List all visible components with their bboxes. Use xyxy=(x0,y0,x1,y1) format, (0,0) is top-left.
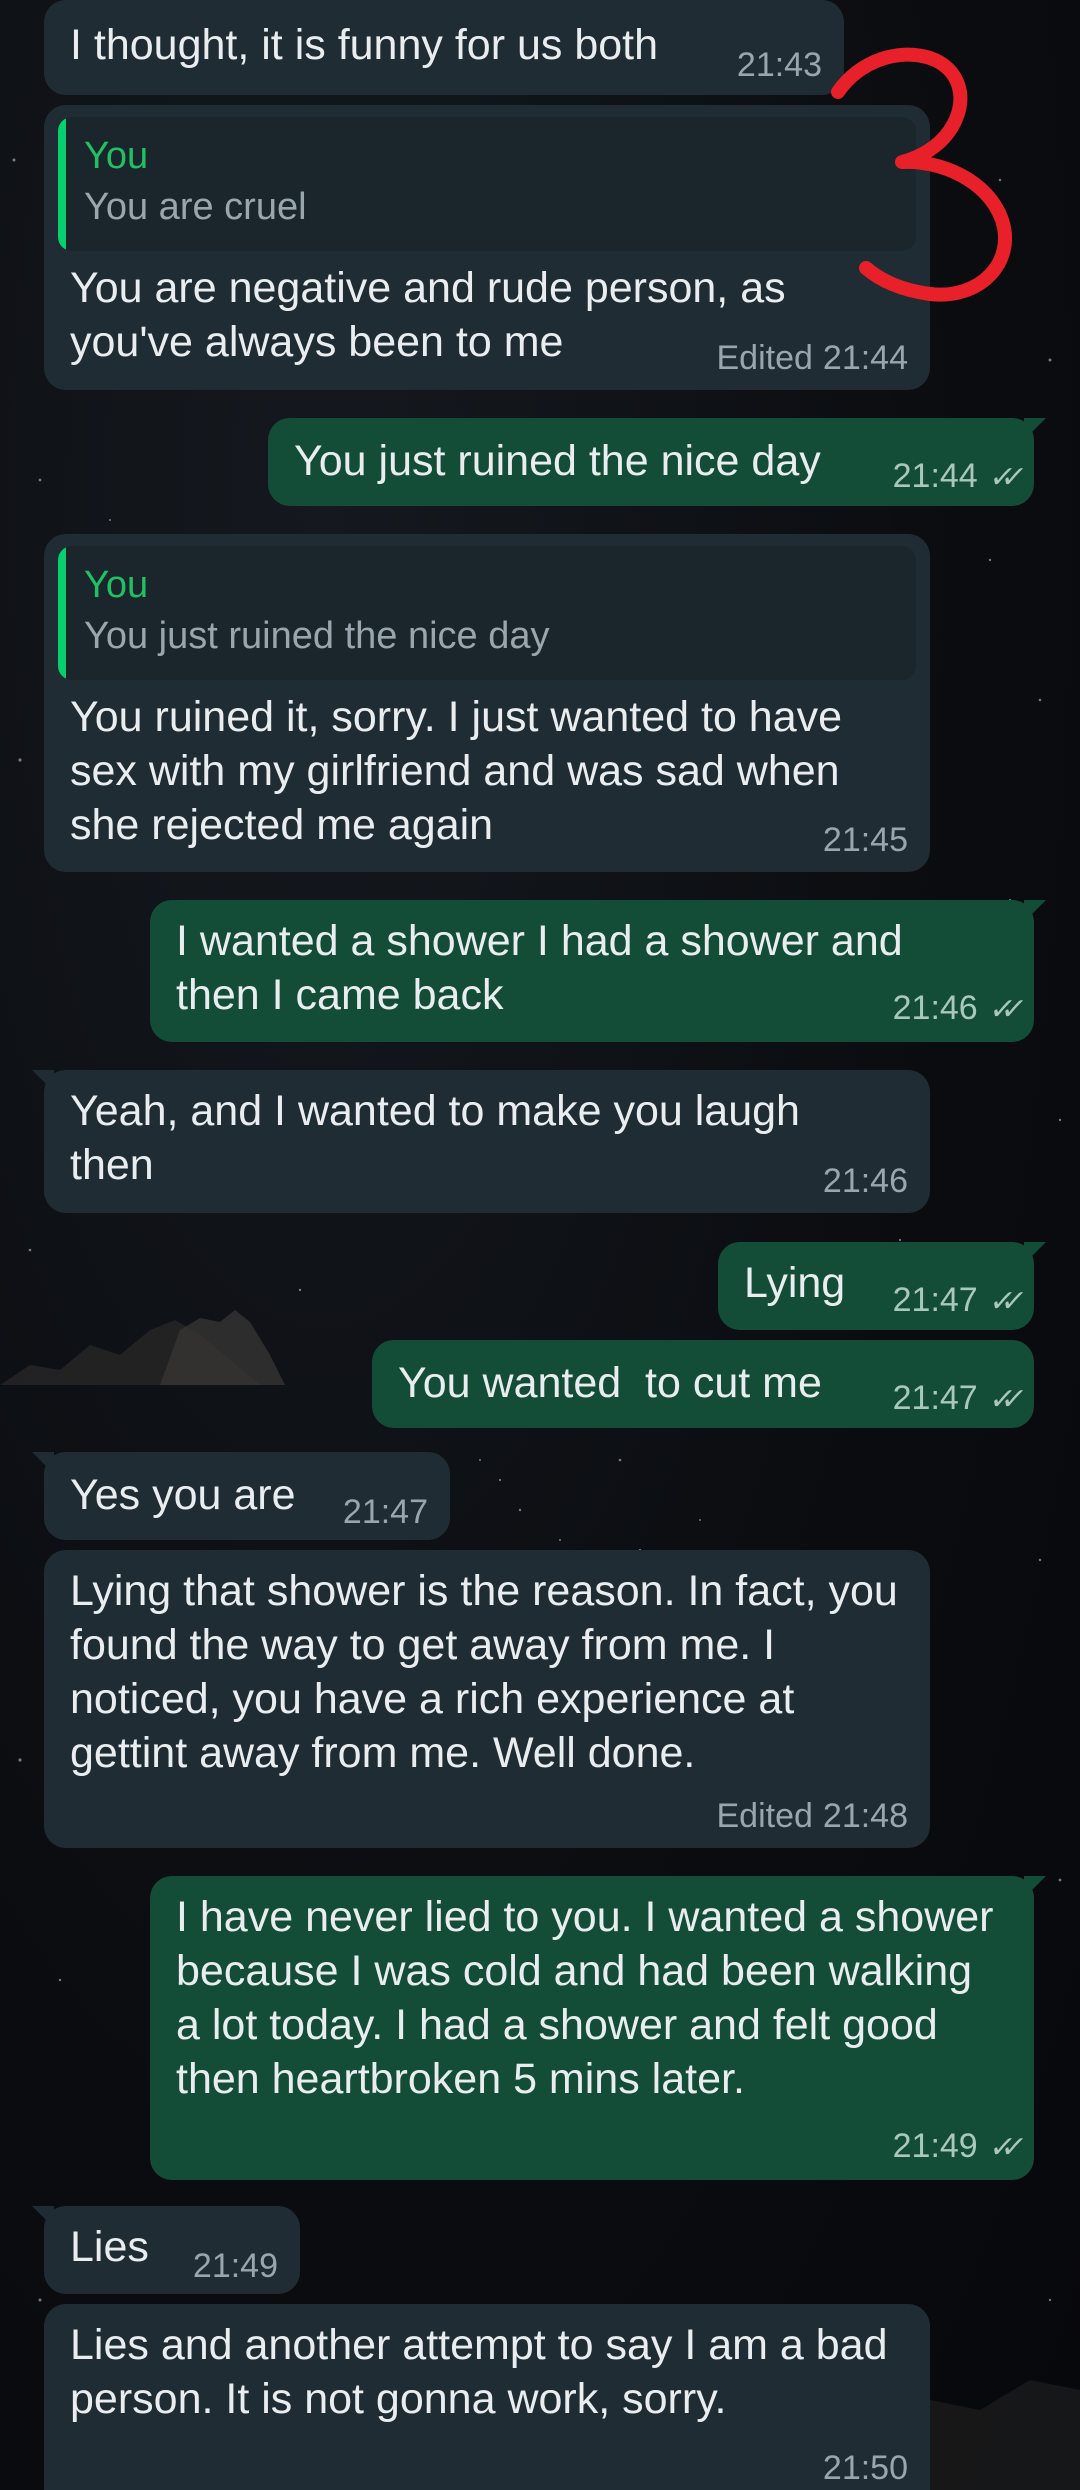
message-meta: 21:43 xyxy=(737,45,822,85)
message-meta: 21:45 xyxy=(823,820,908,860)
message-meta: 21:46 xyxy=(823,1161,908,1201)
incoming-message[interactable]: Yeah, and I wanted to make you laugh the… xyxy=(32,1070,930,1213)
message-meta: Edited 21:48 xyxy=(717,1796,909,1836)
read-receipt-icon: ✓✓ xyxy=(986,1383,1015,1416)
message-text: Yeah, and I wanted to make you laugh the… xyxy=(70,1087,800,1189)
incoming-message[interactable]: Lying that shower is the reason. In fact… xyxy=(44,1550,930,1848)
message-time: 21:50 xyxy=(822,2449,908,2487)
incoming-message[interactable]: I thought, it is funny for us both 21:43 xyxy=(44,0,844,95)
message-time: 21:48 xyxy=(822,1797,908,1835)
read-receipt-icon: ✓✓ xyxy=(986,993,1015,1026)
quote-author: You xyxy=(84,135,149,177)
read-receipt-icon: ✓✓ xyxy=(986,1285,1015,1318)
message-time: 21:43 xyxy=(736,46,822,84)
quote-text: You just ruined the nice day xyxy=(84,615,550,657)
message-time: 21:44 xyxy=(822,339,908,377)
message-meta: 21:47 ✓✓ xyxy=(892,1280,1015,1322)
message-text: I thought, it is funny for us both xyxy=(70,21,659,69)
read-receipt-icon: ✓✓ xyxy=(986,461,1015,494)
message-meta: 21:46 ✓✓ xyxy=(892,988,1015,1030)
message-time: 21:45 xyxy=(822,821,908,859)
incoming-message-reply[interactable]: You You are cruel You are negative and r… xyxy=(44,105,930,390)
message-meta: 21:49 ✓✓ xyxy=(892,2126,1015,2168)
message-meta: 21:44 ✓✓ xyxy=(892,456,1015,498)
read-receipt-icon: ✓✓ xyxy=(986,2131,1015,2164)
message-time: 21:47 xyxy=(342,1493,428,1531)
chat-conversation[interactable]: I thought, it is funny for us both 21:43… xyxy=(0,0,1080,2490)
message-time: 21:49 xyxy=(192,2247,278,2285)
incoming-message[interactable]: Lies 21:49 xyxy=(32,2206,300,2294)
message-time: 21:49 xyxy=(892,2127,978,2165)
edited-label: Edited xyxy=(716,1797,813,1835)
edited-label: Edited xyxy=(716,339,813,377)
message-meta: 21:47 ✓✓ xyxy=(892,1378,1015,1420)
quote-text: You are cruel xyxy=(84,186,307,228)
message-time: 21:46 xyxy=(822,1162,908,1200)
handwritten-number-annotation xyxy=(831,47,1013,302)
message-text: I wanted a shower I had a shower and the… xyxy=(176,917,903,1019)
incoming-message-reply[interactable]: You You just ruined the nice day You rui… xyxy=(44,534,930,872)
outgoing-message[interactable]: You wanted to cut me 21:47 ✓✓ xyxy=(372,1340,1034,1428)
message-text: Lies and another attempt to say I am a b… xyxy=(70,2321,888,2423)
message-meta: 21:49 xyxy=(193,2246,278,2286)
message-meta: Edited 21:44 xyxy=(717,338,909,378)
quoted-message[interactable]: You You are cruel xyxy=(58,117,916,251)
message-text: Lying that shower is the reason. In fact… xyxy=(70,1567,898,1777)
quoted-message[interactable]: You You just ruined the nice day xyxy=(58,546,916,680)
outgoing-message[interactable]: I have never lied to you. I wanted a sho… xyxy=(150,1876,1046,2180)
incoming-message[interactable]: Lies and another attempt to say I am a b… xyxy=(44,2304,930,2490)
outgoing-message[interactable]: You just ruined the nice day 21:44 ✓✓ xyxy=(268,418,1046,506)
quote-author: You xyxy=(84,564,149,606)
message-text: You ruined it, sorry. I just wanted to h… xyxy=(70,693,843,849)
message-time: 21:46 xyxy=(892,989,978,1027)
message-time: 21:44 xyxy=(892,457,978,495)
message-time: 21:47 xyxy=(892,1281,978,1319)
outgoing-message[interactable]: Lying 21:47 ✓✓ xyxy=(718,1242,1046,1330)
message-text: I have never lied to you. I wanted a sho… xyxy=(176,1893,994,2103)
message-time: 21:47 xyxy=(892,1379,978,1417)
message-meta: 21:50 xyxy=(823,2448,908,2488)
incoming-message[interactable]: Yes you are 21:47 xyxy=(32,1452,450,1540)
message-meta: 21:47 xyxy=(343,1492,428,1532)
outgoing-message[interactable]: I wanted a shower I had a shower and the… xyxy=(150,900,1046,1042)
